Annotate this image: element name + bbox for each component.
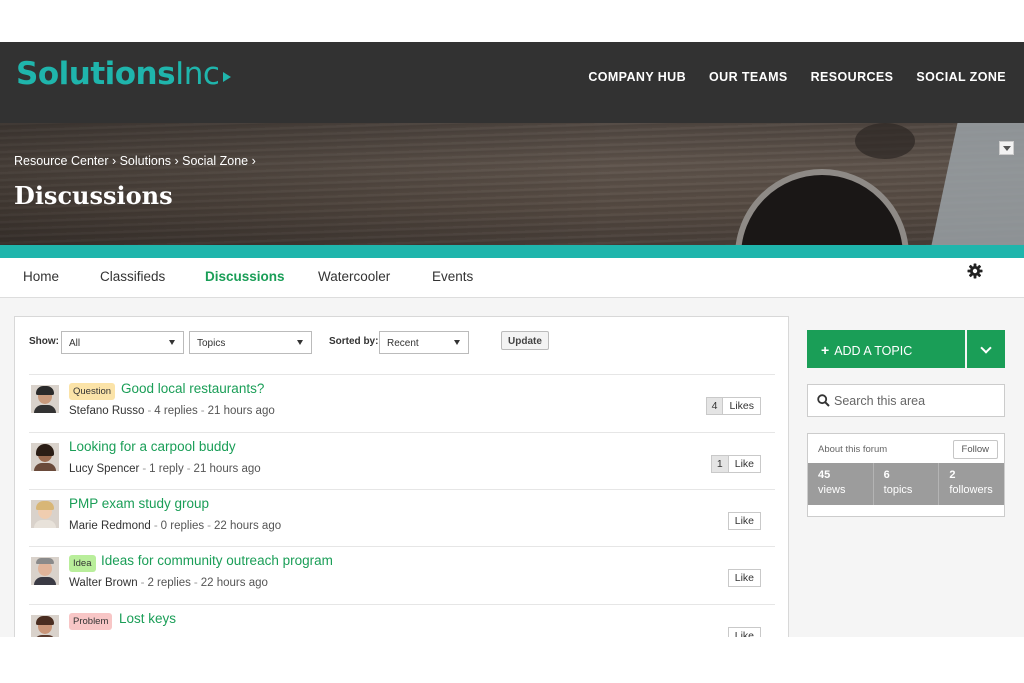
- add-topic-dropdown-button[interactable]: [967, 330, 1005, 368]
- show-select[interactable]: All: [61, 331, 184, 354]
- topic-time: 21 hours ago: [193, 463, 261, 475]
- status-badge: Problem: [69, 613, 113, 630]
- avatar[interactable]: [31, 615, 59, 637]
- topic-meta: Lucy Spencer -1 reply -21 hours ago: [69, 463, 261, 475]
- stat-topics: 6 topics: [874, 463, 940, 505]
- list-item: Question Good local restaurants? Stefano…: [29, 374, 775, 431]
- avatar[interactable]: [31, 557, 59, 585]
- like-label: Likes: [729, 400, 754, 412]
- stat-value: 6: [883, 469, 890, 481]
- forum-stats: 45 views 6 topics 2 followers: [808, 463, 1004, 505]
- follow-button[interactable]: Follow: [952, 440, 998, 459]
- topic-time: 22 hours ago: [213, 520, 282, 532]
- like-count: 1: [711, 456, 729, 472]
- topic-title[interactable]: Ideas for community outreach program: [101, 553, 333, 568]
- like-button[interactable]: 4 Likes: [705, 397, 761, 415]
- topic-title[interactable]: Lost keys: [119, 611, 176, 626]
- list-item: Problem Lost keys Like: [29, 604, 775, 637]
- like-label: Like: [734, 572, 754, 584]
- topic-title[interactable]: Looking for a carpool buddy: [69, 439, 236, 454]
- top-navigation-bar: SolutionsInc COMPANY HUB OUR TEAMS RESOU…: [0, 42, 1024, 123]
- tab-watercooler[interactable]: Watercooler: [318, 269, 390, 284]
- search-icon: [817, 394, 830, 407]
- add-topic-button[interactable]: + ADD A TOPIC: [807, 330, 965, 368]
- like-button[interactable]: 1 Like: [710, 455, 761, 473]
- show-label: Show:: [29, 336, 59, 347]
- status-badge: Idea: [69, 555, 96, 572]
- avatar[interactable]: [31, 500, 59, 528]
- stat-label: topics: [883, 484, 913, 496]
- tab-classifieds[interactable]: Classifieds: [100, 269, 165, 284]
- topic-time: 21 hours ago: [207, 405, 275, 417]
- stat-views: 45 views: [808, 463, 874, 505]
- topic-replies[interactable]: 2 replies: [147, 577, 190, 589]
- sort-select[interactable]: Recent: [379, 331, 469, 354]
- topic-meta: Stefano Russo -4 replies -21 hours ago: [69, 405, 275, 417]
- app-frame: SolutionsInc COMPANY HUB OUR TEAMS RESOU…: [0, 42, 1024, 637]
- avatar[interactable]: [31, 443, 59, 471]
- like-button[interactable]: Like: [727, 627, 761, 637]
- topic-meta: Walter Brown -2 replies -22 hours ago: [69, 577, 268, 589]
- stat-label: followers: [949, 484, 993, 496]
- topic-time: 22 hours ago: [200, 577, 268, 589]
- topic-meta: Marie Redmond -0 replies -22 hours ago: [69, 520, 282, 532]
- company-logo[interactable]: SolutionsInc: [16, 56, 232, 92]
- nav-resources[interactable]: RESOURCES: [811, 70, 894, 84]
- accent-bar: [0, 245, 1024, 258]
- plus-icon: +: [821, 342, 830, 358]
- tab-events[interactable]: Events: [432, 269, 473, 284]
- topic-author[interactable]: Marie Redmond: [69, 520, 151, 532]
- sort-label: Sorted by:: [329, 336, 379, 347]
- stat-label: views: [818, 484, 846, 496]
- status-badge: Question: [69, 383, 116, 400]
- hero-banner: Resource Center › Solutions › Social Zon…: [0, 123, 1024, 245]
- tab-home[interactable]: Home: [23, 269, 59, 284]
- update-button[interactable]: Update: [501, 331, 549, 350]
- add-topic-label: ADD A TOPIC: [834, 344, 913, 358]
- stat-value: 45: [818, 469, 831, 481]
- main-nav: COMPANY HUB OUR TEAMS RESOURCES SOCIAL Z…: [588, 70, 1006, 84]
- topic-author[interactable]: Walter Brown: [69, 577, 138, 589]
- stat-followers: 2 followers: [939, 463, 1004, 505]
- logo-bold-text: Solutions: [16, 56, 176, 92]
- topic-title[interactable]: PMP exam study group: [69, 496, 209, 511]
- like-label: Like: [734, 458, 754, 470]
- type-select[interactable]: Topics: [189, 331, 312, 354]
- topic-author[interactable]: Stefano Russo: [69, 405, 144, 417]
- search-placeholder: Search this area: [834, 394, 926, 408]
- search-input[interactable]: Search this area: [807, 384, 1005, 417]
- topic-replies[interactable]: 0 replies: [161, 520, 204, 532]
- like-button[interactable]: Like: [727, 512, 761, 530]
- page-title: Discussions: [14, 181, 173, 210]
- forum-info-card: About this forum Follow 45 views 6 topics …: [807, 433, 1005, 517]
- sub-navigation: Home Classifieds Discussions Watercooler…: [0, 258, 1024, 298]
- like-button[interactable]: Like: [727, 569, 761, 587]
- like-label: Like: [734, 630, 754, 637]
- nav-social-zone[interactable]: SOCIAL ZONE: [916, 70, 1006, 84]
- about-forum-label: About this forum: [818, 444, 888, 455]
- topic-replies[interactable]: 1 reply: [149, 463, 184, 475]
- like-count: 4: [706, 398, 724, 414]
- tab-discussions[interactable]: Discussions: [205, 269, 285, 284]
- logo-light-text: Inc: [175, 56, 220, 92]
- nav-company-hub[interactable]: COMPANY HUB: [588, 70, 686, 84]
- avatar[interactable]: [31, 385, 59, 413]
- discussion-list-panel: Show: All Topics Sorted by: Recent Updat…: [14, 316, 789, 637]
- topic-replies[interactable]: 4 replies: [154, 405, 197, 417]
- list-item: Idea Ideas for community outreach progra…: [29, 546, 775, 603]
- list-item: PMP exam study group Marie Redmond -0 rep…: [29, 489, 775, 546]
- logo-triangle-icon: [223, 72, 232, 82]
- gear-icon[interactable]: [967, 263, 983, 279]
- topic-title[interactable]: Good local restaurants?: [121, 381, 264, 396]
- like-label: Like: [734, 515, 754, 527]
- topic-author[interactable]: Lucy Spencer: [69, 463, 139, 475]
- breadcrumb[interactable]: Resource Center › Solutions › Social Zon…: [14, 154, 256, 168]
- banner-collapse-toggle[interactable]: [999, 141, 1014, 155]
- filter-bar: Show: All Topics Sorted by: Recent Updat…: [29, 331, 789, 355]
- stat-value: 2: [949, 469, 956, 481]
- nav-our-teams[interactable]: OUR TEAMS: [709, 70, 788, 84]
- list-item: Looking for a carpool buddy Lucy Spencer…: [29, 432, 775, 489]
